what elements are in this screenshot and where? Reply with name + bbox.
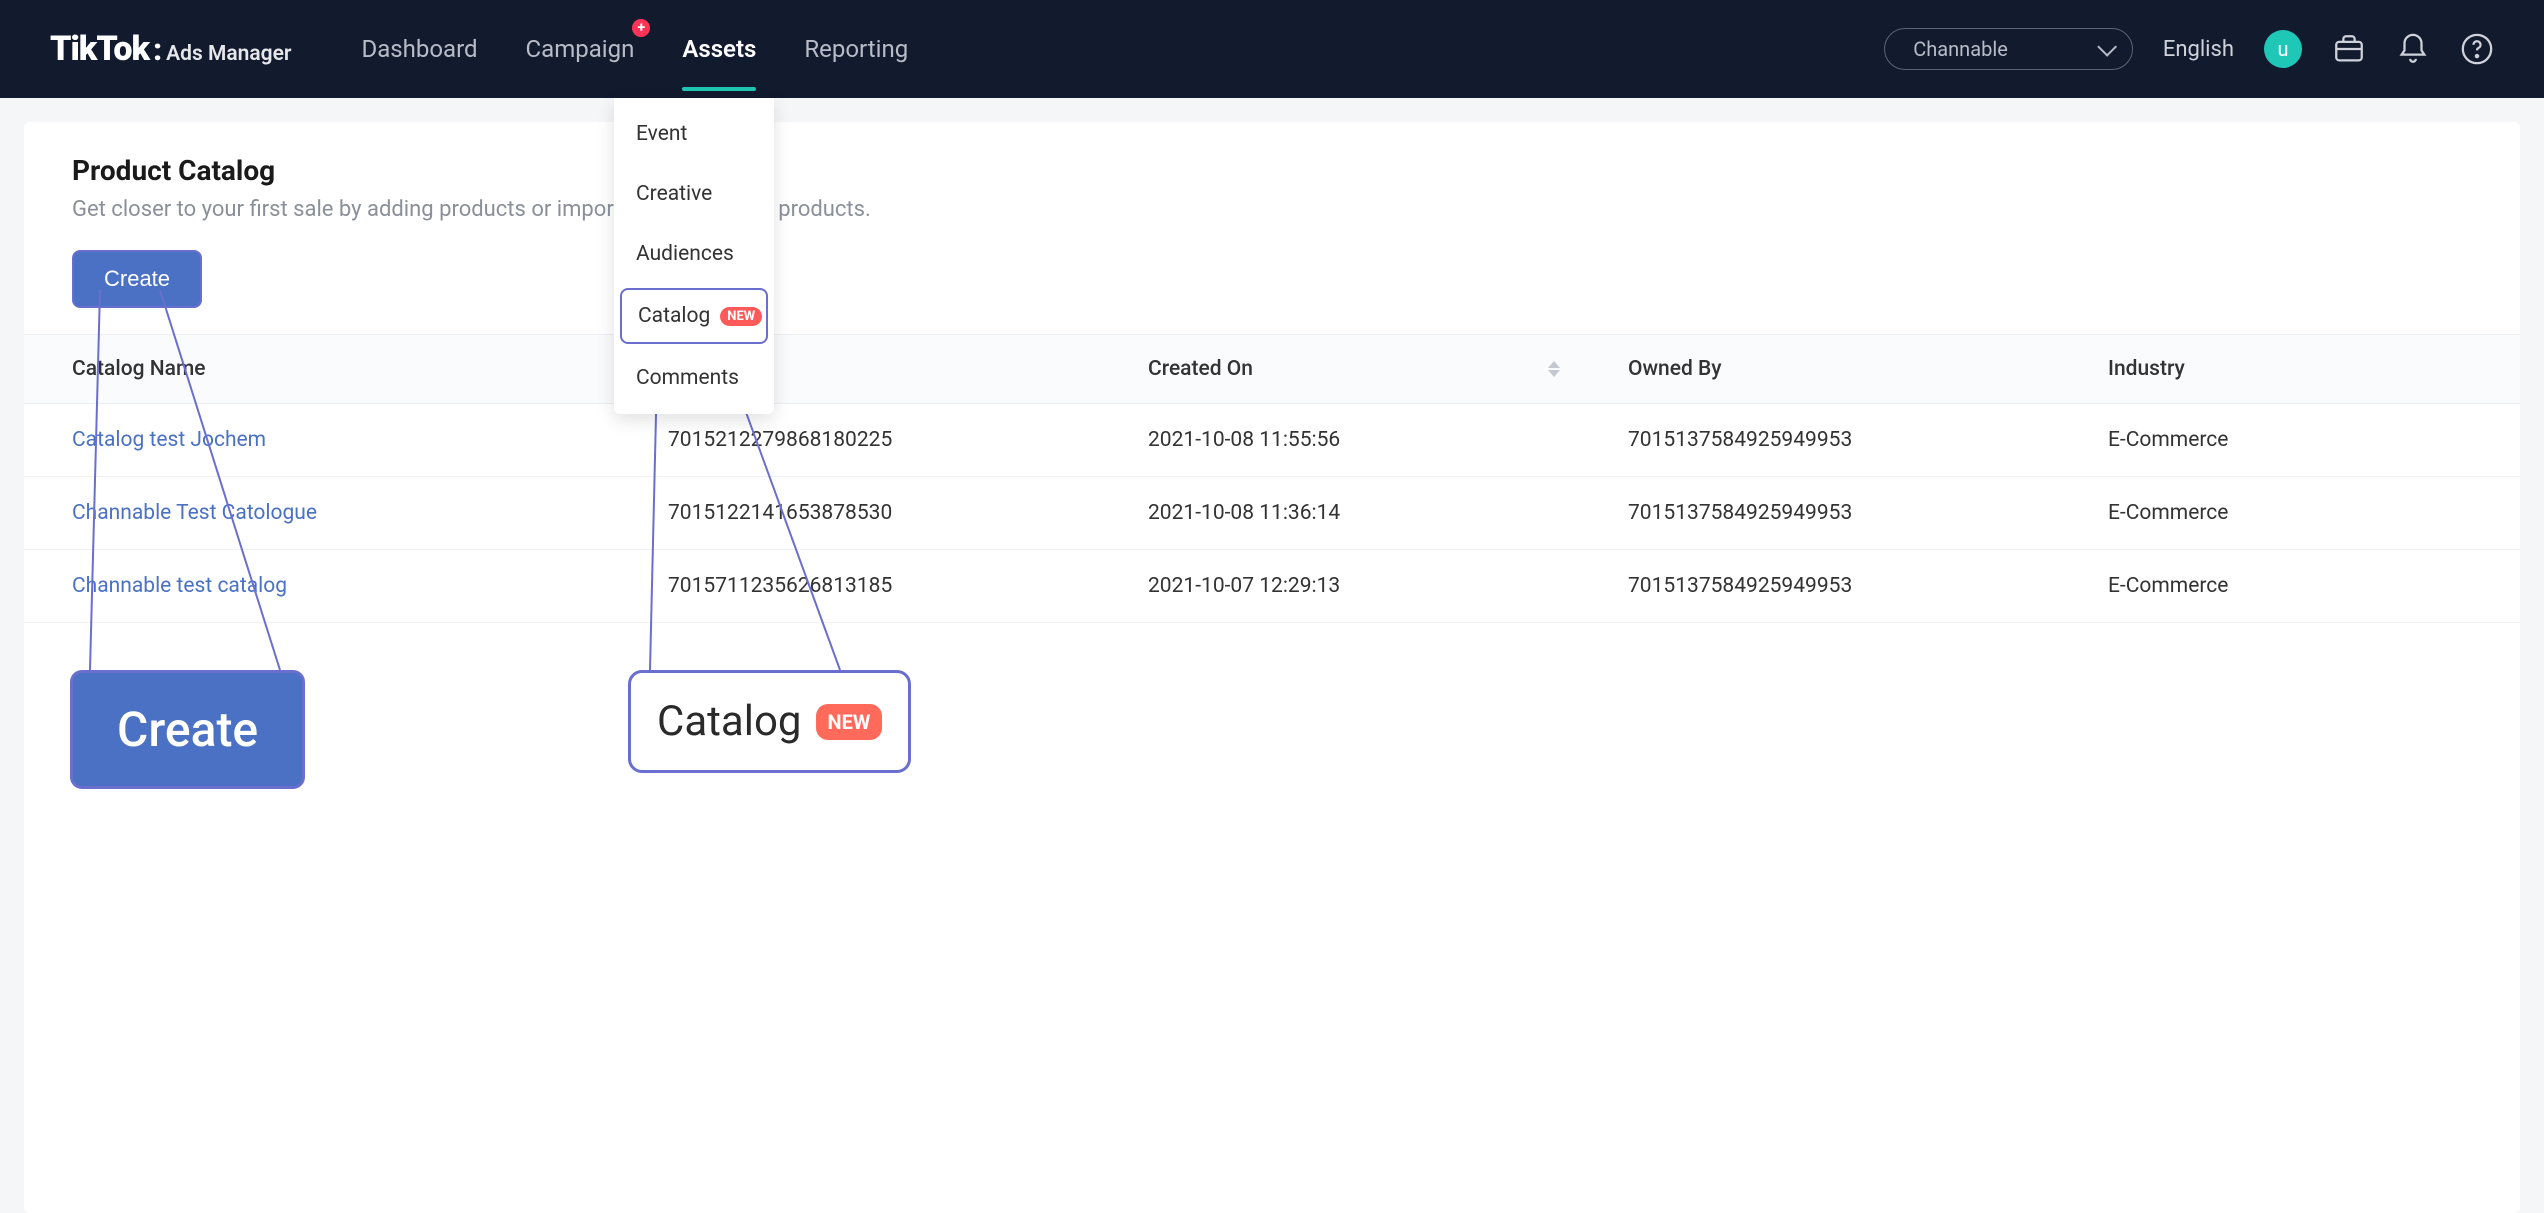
catalog-link[interactable]: Catalog test Jochem <box>72 428 266 452</box>
catalog-created-cell: 2021-10-08 11:55:56 <box>1124 404 1604 477</box>
main-nav: Dashboard Campaign + Assets Reporting <box>361 25 908 73</box>
catalog-name-cell[interactable]: Channable test catalog <box>24 550 644 623</box>
col-catalog-name[interactable]: Catalog Name <box>24 335 1124 404</box>
table-row: Channable test catalog 70157112356268131… <box>24 550 2520 623</box>
briefcase-icon[interactable] <box>2332 32 2366 66</box>
assets-dropdown: Event Creative Audiences Catalog NEW Com… <box>614 98 774 414</box>
catalog-table: Catalog Name Created On Owned <box>24 334 2520 623</box>
col-label: Owned By <box>1628 357 1722 381</box>
account-selector-value: Channable <box>1913 37 2008 61</box>
col-created-on[interactable]: Created On <box>1124 335 1604 404</box>
catalog-created-cell: 2021-10-08 11:36:14 <box>1124 477 1604 550</box>
catalog-id-cell: 7015122141653878530 <box>644 477 1124 550</box>
catalog-owner-cell: 7015137584925949953 <box>1604 550 2084 623</box>
plus-badge-icon: + <box>632 19 650 37</box>
nav-assets-label: Assets <box>682 35 756 63</box>
col-label: Industry <box>2108 357 2185 381</box>
col-industry[interactable]: Industry <box>2084 335 2520 404</box>
nav-assets[interactable]: Assets <box>682 25 756 73</box>
catalog-id-cell: 7015212279868180225 <box>644 404 1124 477</box>
new-badge: NEW <box>720 307 762 326</box>
catalog-industry-cell: E-Commerce <box>2084 477 2520 550</box>
dropdown-item-comments[interactable]: Comments <box>614 348 774 408</box>
callout-create: Create <box>70 670 305 789</box>
nav-campaign-label: Campaign <box>526 35 635 63</box>
table-row: Channable Test Catologue 701512214165387… <box>24 477 2520 550</box>
col-owned-by[interactable]: Owned By <box>1604 335 2084 404</box>
catalog-industry-cell: E-Commerce <box>2084 550 2520 623</box>
col-label: Catalog Name <box>72 357 206 381</box>
account-selector[interactable]: Channable <box>1884 28 2133 70</box>
table-row: Catalog test Jochem 7015212279868180225 … <box>24 404 2520 477</box>
logo-colon: : <box>153 33 162 68</box>
catalog-industry-cell: E-Commerce <box>2084 404 2520 477</box>
nav-dashboard[interactable]: Dashboard <box>361 25 477 73</box>
content-wrap: Product Catalog Get closer to your first… <box>0 98 2544 1213</box>
catalog-owner-cell: 7015137584925949953 <box>1604 477 2084 550</box>
logo[interactable]: TikTok : Ads Manager <box>50 29 291 69</box>
catalog-link[interactable]: Channable Test Catologue <box>72 501 317 525</box>
page-description: Get closer to your first sale by adding … <box>72 197 2472 222</box>
logo-tiktok: TikTok <box>50 29 149 69</box>
catalog-name-cell[interactable]: Catalog test Jochem <box>24 404 644 477</box>
top-nav-bar: TikTok : Ads Manager Dashboard Campaign … <box>0 0 2544 98</box>
dropdown-label: Event <box>636 122 687 146</box>
dropdown-item-event[interactable]: Event <box>614 104 774 164</box>
catalog-owner-cell: 7015137584925949953 <box>1604 404 2084 477</box>
dropdown-item-audiences[interactable]: Audiences <box>614 224 774 284</box>
content-card: Product Catalog Get closer to your first… <box>24 122 2520 1213</box>
nav-campaign[interactable]: Campaign + <box>526 25 635 73</box>
avatar[interactable]: u <box>2264 30 2302 68</box>
dropdown-label: Comments <box>636 366 739 390</box>
catalog-link[interactable]: Channable test catalog <box>72 574 287 598</box>
catalog-id-cell: 7015711235626813185 <box>644 550 1124 623</box>
dropdown-item-creative[interactable]: Creative <box>614 164 774 224</box>
dropdown-item-catalog[interactable]: Catalog NEW <box>620 288 768 344</box>
nav-reporting[interactable]: Reporting <box>804 25 908 73</box>
topbar-right: Channable English u <box>1884 28 2494 70</box>
help-icon[interactable] <box>2460 32 2494 66</box>
page-title: Product Catalog <box>72 154 2472 187</box>
chevron-down-icon <box>2097 37 2117 57</box>
callout-create-label: Create <box>117 701 258 758</box>
create-button[interactable]: Create <box>72 250 202 308</box>
page-header: Product Catalog Get closer to your first… <box>24 154 2520 334</box>
callout-catalog: Catalog NEW <box>628 670 911 773</box>
language-switch[interactable]: English <box>2163 37 2234 62</box>
callout-catalog-label: Catalog <box>657 697 802 746</box>
dropdown-label: Catalog <box>638 304 710 328</box>
bell-icon[interactable] <box>2396 32 2430 66</box>
logo-ads-manager: Ads Manager <box>166 42 291 66</box>
dropdown-label: Creative <box>636 182 712 206</box>
table-header-row: Catalog Name Created On Owned <box>24 335 2520 404</box>
dropdown-label: Audiences <box>636 242 734 266</box>
col-label: Created On <box>1148 357 1253 381</box>
nav-dashboard-label: Dashboard <box>361 35 477 63</box>
catalog-created-cell: 2021-10-07 12:29:13 <box>1124 550 1604 623</box>
sort-icon[interactable] <box>1548 361 1560 377</box>
nav-reporting-label: Reporting <box>804 35 908 63</box>
callout-new-badge: NEW <box>816 704 883 740</box>
catalog-name-cell[interactable]: Channable Test Catologue <box>24 477 644 550</box>
